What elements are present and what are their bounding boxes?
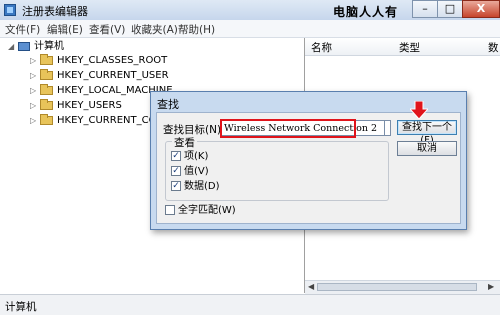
option-data[interactable]: ✓ 数据(D) xyxy=(171,181,220,193)
window-title: 注册表编辑器 xyxy=(22,5,88,18)
match-whole-checkbox[interactable] xyxy=(165,205,175,215)
expand-icon[interactable]: ▷ xyxy=(30,54,38,68)
scroll-right-icon[interactable]: ▶ xyxy=(488,282,494,291)
regedit-app-icon xyxy=(4,4,16,16)
close-button[interactable]: X xyxy=(462,0,500,18)
menu-help[interactable]: 帮助(H) xyxy=(178,22,215,37)
keys-checkbox[interactable]: ✓ xyxy=(171,151,181,161)
tree-item-hkey-classes-root[interactable]: ▷ HKEY_CLASSES_ROOT xyxy=(30,53,168,68)
minimize-button[interactable]: – xyxy=(412,0,438,18)
match-whole-string[interactable]: 全字匹配(W) xyxy=(165,205,236,217)
dialog-title: 查找 xyxy=(157,98,179,111)
look-at-groupbox: 查看 ✓ 项(K) ✓ 值(V) ✓ 数据(D) xyxy=(165,135,389,201)
find-input-extension[interactable] xyxy=(385,120,391,136)
find-what-input[interactable] xyxy=(221,120,385,136)
tree-item-hkey-users[interactable]: ▷ HKEY_USERS xyxy=(30,98,122,113)
watermark-text: 电脑人人有 xyxy=(333,5,399,19)
find-dialog: 查找 查找目标(N): 查找下一个(F) 取消 查看 ✓项(K) ✓值(V) ✓… xyxy=(150,91,467,230)
look-at-group-title: 查看 xyxy=(172,135,197,150)
tree-item-label: 计算机 xyxy=(34,41,64,52)
expand-icon[interactable]: ▷ xyxy=(30,69,38,83)
scroll-left-icon[interactable]: ◀ xyxy=(308,282,314,291)
option-label: 全字匹配(W) xyxy=(178,205,236,216)
expand-icon[interactable]: ▷ xyxy=(30,99,38,113)
status-bar: 计算机 xyxy=(0,294,500,315)
tree-item-label: HKEY_CURRENT_USER xyxy=(57,70,169,81)
red-down-arrow-icon xyxy=(410,101,428,119)
column-data[interactable]: 数 xyxy=(488,40,499,55)
scroll-thumb[interactable] xyxy=(317,283,477,291)
cancel-button[interactable]: 取消 xyxy=(397,141,457,156)
menu-bar: 文件(F) 编辑(E) 查看(V) 收藏夹(A) 帮助(H) xyxy=(0,20,500,38)
status-path: 计算机 xyxy=(5,301,37,313)
title-bar: 注册表编辑器 电脑人人有 – □ X xyxy=(0,0,500,21)
menu-file[interactable]: 文件(F) xyxy=(5,22,40,37)
folder-icon xyxy=(40,113,53,125)
computer-icon xyxy=(18,41,30,51)
option-values[interactable]: ✓ 值(V) xyxy=(171,166,209,178)
folder-icon xyxy=(40,98,53,110)
menu-edit[interactable]: 编辑(E) xyxy=(47,22,83,37)
column-name[interactable]: 名称 xyxy=(311,40,332,55)
option-label: 数据(D) xyxy=(184,181,220,192)
menu-view[interactable]: 查看(V) xyxy=(89,22,125,37)
find-next-button[interactable]: 查找下一个(F) xyxy=(397,120,457,146)
option-label: 项(K) xyxy=(184,151,209,162)
collapse-icon[interactable]: ◢ xyxy=(8,40,16,54)
tree-item-label: HKEY_CLASSES_ROOT xyxy=(57,55,168,66)
folder-icon xyxy=(40,53,53,65)
list-column-header: 名称 类型 数 xyxy=(305,38,500,56)
option-keys[interactable]: ✓ 项(K) xyxy=(171,151,208,163)
dialog-body: 查找目标(N): 查找下一个(F) 取消 查看 ✓项(K) ✓值(V) ✓数据(… xyxy=(156,101,461,224)
folder-icon xyxy=(40,68,53,80)
horizontal-scrollbar[interactable]: ◀ ▶ xyxy=(305,280,500,294)
menu-favorites[interactable]: 收藏夹(A) xyxy=(131,22,178,37)
expand-icon[interactable]: ▷ xyxy=(30,114,38,128)
tree-item-hkey-current-user[interactable]: ▷ HKEY_CURRENT_USER xyxy=(30,68,169,83)
tree-item-computer[interactable]: ◢ 计算机 xyxy=(8,40,64,54)
maximize-button[interactable]: □ xyxy=(437,0,463,18)
data-checkbox[interactable]: ✓ xyxy=(171,181,181,191)
expand-icon[interactable]: ▷ xyxy=(30,84,38,98)
folder-icon xyxy=(40,83,53,95)
values-checkbox[interactable]: ✓ xyxy=(171,166,181,176)
tree-item-label: HKEY_USERS xyxy=(57,100,122,111)
option-label: 值(V) xyxy=(184,166,209,177)
column-type[interactable]: 类型 xyxy=(399,40,420,55)
